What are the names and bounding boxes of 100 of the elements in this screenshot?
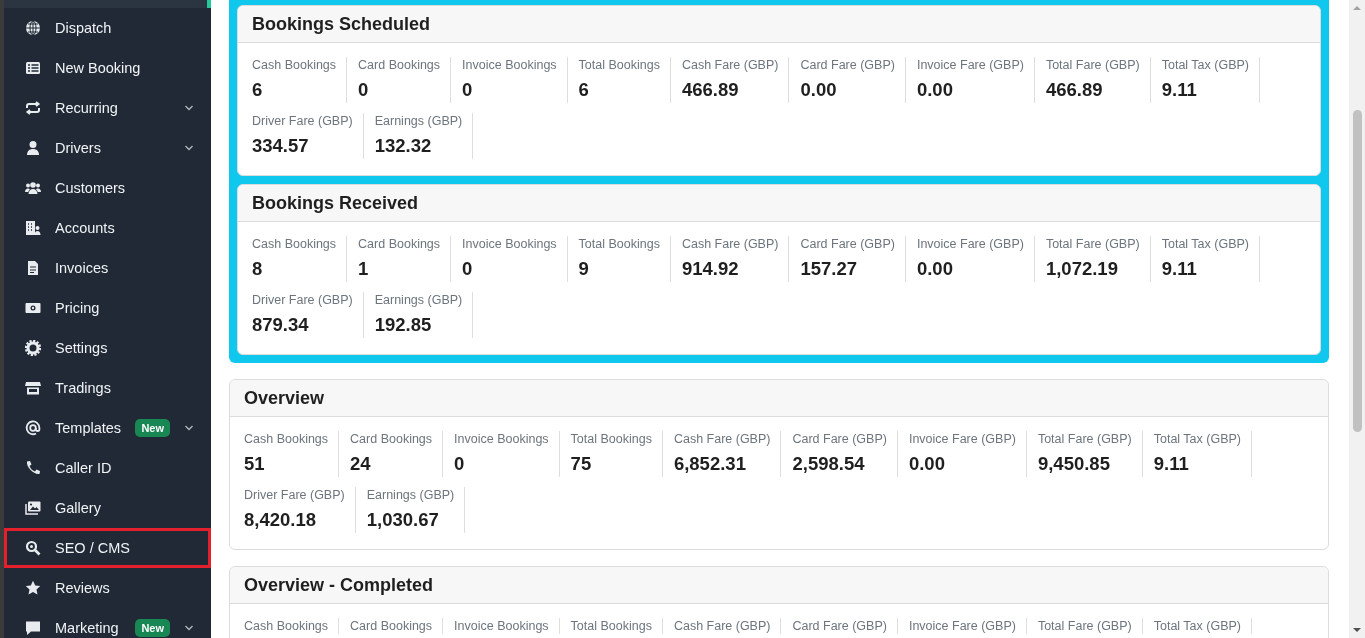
phone-icon xyxy=(25,460,41,476)
stat-value: 132.32 xyxy=(374,134,433,158)
stat-value: 0.00 xyxy=(916,257,954,281)
stat-label: Card Fare (GBP) xyxy=(800,57,895,73)
sidebar-item[interactable]: Customers xyxy=(4,168,211,208)
settings-icon xyxy=(25,340,41,356)
stat-value: 51 xyxy=(244,452,266,476)
stat-label: Cash Fare (GBP) xyxy=(673,618,771,634)
sidebar-item[interactable]: Caller ID xyxy=(4,448,211,488)
stat-label: Earnings (GBP) xyxy=(374,113,463,129)
sidebar-item[interactable]: Recurring xyxy=(4,88,211,128)
stat-label: Card Fare (GBP) xyxy=(800,236,895,252)
card-title: Bookings Scheduled xyxy=(252,13,431,35)
star-icon xyxy=(25,580,41,596)
stat-value: 9.11 xyxy=(1153,452,1190,476)
stat-label: Total Tax (GBP) xyxy=(1161,57,1249,73)
stat-value: 157.27 xyxy=(800,257,859,281)
stat-label: Card Bookings xyxy=(350,431,433,447)
scrollbar[interactable] xyxy=(1349,0,1365,638)
document-icon xyxy=(25,260,41,276)
sidebar-item[interactable]: Marketing New xyxy=(4,608,211,638)
stat-label: Cash Fare (GBP) xyxy=(681,57,779,73)
stat-value: 0 xyxy=(462,78,474,102)
stat-value: 8 xyxy=(252,257,264,281)
stat-label: Invoice Fare (GBP) xyxy=(916,236,1024,252)
store-icon xyxy=(25,380,41,396)
stat-label: Card Fare (GBP) xyxy=(792,618,887,634)
stat-label: Total Fare (GBP) xyxy=(1037,618,1132,634)
stat-label: Total Tax (GBP) xyxy=(1153,431,1241,447)
at-sign-icon xyxy=(25,420,41,436)
stat-value: 8,420.18 xyxy=(244,508,317,532)
stat-label: Invoice Bookings xyxy=(462,236,557,252)
sidebar-item[interactable]: Accounts xyxy=(4,208,211,248)
stat-value: 192.85 xyxy=(374,313,433,337)
stat-label: Cash Fare (GBP) xyxy=(681,236,779,252)
stat-value: 9,450.85 xyxy=(1037,452,1111,476)
stat-label: Total Bookings xyxy=(578,236,660,252)
repeat-icon xyxy=(25,100,41,116)
stat-label: Invoice Bookings xyxy=(462,57,557,73)
stat-label: Driver Fare (GBP) xyxy=(252,292,353,308)
stat-label: Card Bookings xyxy=(358,236,441,252)
stat-label: Invoice Bookings xyxy=(454,431,549,447)
stat-label: Total Bookings xyxy=(570,618,652,634)
chat-icon xyxy=(25,620,41,636)
building-icon xyxy=(25,220,41,236)
stat-label: Invoice Bookings xyxy=(454,618,549,634)
stat-value: 879.34 xyxy=(252,313,310,337)
stat-value: 0.00 xyxy=(908,452,946,476)
stat-label: Invoice Fare (GBP) xyxy=(916,57,1024,73)
sidebar-item[interactable]: Tradings xyxy=(4,368,211,408)
stat-label: Total Tax (GBP) xyxy=(1153,618,1241,634)
stat-label: Total Fare (GBP) xyxy=(1037,431,1132,447)
stat-label: Driver Fare (GBP) xyxy=(252,113,353,129)
stat-value: 6 xyxy=(578,78,590,102)
list-icon xyxy=(25,60,41,76)
stat-label: Cash Bookings xyxy=(244,431,329,447)
stat-label: Driver Fare (GBP) xyxy=(244,487,345,503)
banknote-icon xyxy=(25,300,41,316)
stat-label: Cash Bookings xyxy=(252,236,337,252)
new-badge: New xyxy=(135,619,170,637)
sidebar-item[interactable]: New Booking xyxy=(4,48,211,88)
stat-label: Total Bookings xyxy=(570,431,652,447)
scrollbar-thumb[interactable] xyxy=(1352,110,1362,432)
stat-value: 1,072.19 xyxy=(1045,257,1119,281)
stat-value: 1 xyxy=(358,257,370,281)
stat-value: 24 xyxy=(350,452,372,476)
stat-value: 334.57 xyxy=(252,134,310,158)
stat-value: 0 xyxy=(462,257,474,281)
sidebar-item[interactable]: Drivers xyxy=(4,128,211,168)
sidebar-item[interactable]: Reviews xyxy=(4,568,211,608)
image-icon xyxy=(25,500,41,516)
stat-label: Card Bookings xyxy=(350,618,433,634)
card-title: Overview xyxy=(244,387,325,409)
sidebar-item[interactable]: Gallery xyxy=(4,488,211,528)
card-title: Bookings Received xyxy=(252,192,419,214)
card-title: Overview - Completed xyxy=(244,574,434,596)
stat-value: 9.11 xyxy=(1161,257,1198,281)
stat-label: Cash Fare (GBP) xyxy=(673,431,771,447)
sidebar-item[interactable]: SEO / CMS xyxy=(4,528,211,568)
stat-value: 75 xyxy=(570,452,593,476)
stat-label: Total Tax (GBP) xyxy=(1161,236,1249,252)
sidebar-item[interactable]: Invoices xyxy=(4,248,211,288)
sidebar-item[interactable]: Templates New xyxy=(4,408,211,448)
stat-value: 0 xyxy=(358,78,370,102)
stat-label: Total Fare (GBP) xyxy=(1045,57,1140,73)
stat-value: 6,852.31 xyxy=(673,452,747,476)
stat-value: 0.00 xyxy=(916,78,954,102)
stat-label: Card Bookings xyxy=(358,57,441,73)
stat-label: Earnings (GBP) xyxy=(374,292,463,308)
stat-label: Card Fare (GBP) xyxy=(792,431,887,447)
stat-value: 466.89 xyxy=(681,78,740,102)
stat-value: 9.11 xyxy=(1161,78,1198,102)
stat-label: Total Fare (GBP) xyxy=(1045,236,1140,252)
sidebar-item[interactable]: Settings xyxy=(4,328,211,368)
sidebar-item[interactable]: Dispatch xyxy=(4,8,211,48)
stat-label: Total Bookings xyxy=(578,57,660,73)
sidebar-item[interactable]: Pricing xyxy=(4,288,211,328)
stat-value: 2,598.54 xyxy=(792,452,866,476)
globe-icon xyxy=(25,20,41,36)
stat-label: Invoice Fare (GBP) xyxy=(908,431,1016,447)
